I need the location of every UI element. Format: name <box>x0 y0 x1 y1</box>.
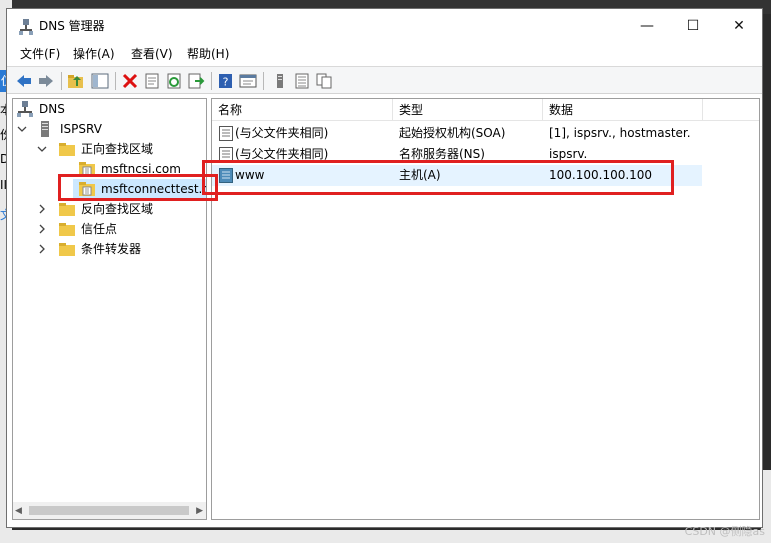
watermark: CSDN @侧隐as <box>684 525 765 538</box>
show-tree-icon[interactable] <box>91 73 109 89</box>
tree-label: 条件转发器 <box>81 242 142 256</box>
record-name: (与父文件夹相同) <box>235 126 329 140</box>
window-title: DNS 管理器 <box>39 19 105 33</box>
chevron-right-icon[interactable] <box>37 244 47 254</box>
chevron-right-icon[interactable] <box>37 204 47 214</box>
column-header-name[interactable]: 名称 <box>212 99 393 121</box>
folder-icon <box>59 143 75 156</box>
svg-text:?: ? <box>223 76 229 89</box>
minimize-button[interactable]: — <box>624 9 670 43</box>
background-window-bottom <box>0 530 771 543</box>
refresh-icon[interactable] <box>165 73 183 89</box>
properties-icon[interactable] <box>143 73 161 89</box>
tree-pane[interactable]: DNS ISPSRV 正向查找区域 msftncsi.com msftconne… <box>12 98 207 520</box>
export-icon[interactable] <box>187 73 205 89</box>
record-icon <box>219 126 233 141</box>
menu-view[interactable]: 查看(V) <box>131 47 173 61</box>
dns-app-icon <box>19 19 33 35</box>
toolbar-separator <box>115 72 116 90</box>
tree-label: DNS <box>39 102 65 116</box>
tree-label: 反向查找区域 <box>81 202 154 216</box>
column-header-type[interactable]: 类型 <box>393 99 543 121</box>
toolbar-separator <box>61 72 62 90</box>
tree-label: 信任点 <box>81 222 118 236</box>
delete-icon[interactable] <box>121 73 139 89</box>
record-data: [1], ispsrv., hostmaster. <box>549 126 691 140</box>
dns-manager-window: DNS 管理器 — ☐ ✕ 文件(F) 操作(A) 查看(V) 帮助(H) ? … <box>6 8 763 528</box>
scroll-right-icon[interactable]: ▶ <box>196 506 203 516</box>
menu-bar: 文件(F) 操作(A) 查看(V) 帮助(H) <box>7 43 762 65</box>
dns-root-icon <box>17 101 33 117</box>
menu-help[interactable]: 帮助(H) <box>187 47 229 61</box>
toolbar: ? <box>7 66 762 94</box>
console-icon[interactable] <box>239 73 257 89</box>
record-type: 起始授权机构(SOA) <box>399 126 506 140</box>
server-icon <box>41 121 49 137</box>
list-row-soa[interactable]: (与父文件夹相同) 起始授权机构(SOA) [1], ispsrv., host… <box>212 123 759 144</box>
folder-icon <box>59 203 75 216</box>
list-icon[interactable] <box>293 73 311 89</box>
chevron-right-icon[interactable] <box>37 224 47 234</box>
tree-item-server[interactable]: ISPSRV <box>17 119 206 139</box>
chevron-down-icon[interactable] <box>37 144 47 154</box>
list-header: 名称 类型 数据 <box>212 99 759 121</box>
menu-file[interactable]: 文件(F) <box>20 47 60 61</box>
folder-icon <box>59 243 75 256</box>
menu-action[interactable]: 操作(A) <box>73 47 115 61</box>
toolbar-separator <box>263 72 264 90</box>
toolbar-separator <box>211 72 212 90</box>
tree-horizontal-scrollbar[interactable]: ◀ ▶ <box>13 502 206 519</box>
tree-label: 正向查找区域 <box>81 142 154 156</box>
highlight-box-zone <box>58 174 218 201</box>
help-icon[interactable]: ? <box>217 73 235 89</box>
scroll-left-icon[interactable]: ◀ <box>15 506 22 516</box>
close-button[interactable]: ✕ <box>716 9 762 43</box>
server-icon[interactable] <box>271 73 289 89</box>
highlight-box-record <box>202 160 674 195</box>
forward-icon[interactable] <box>37 73 55 89</box>
maximize-button[interactable]: ☐ <box>670 9 716 43</box>
up-folder-icon[interactable] <box>67 73 85 89</box>
tree-item-dns-root[interactable]: DNS <box>17 99 206 119</box>
folder-icon <box>59 223 75 236</box>
copy-icon[interactable] <box>315 73 333 89</box>
back-icon[interactable] <box>15 73 33 89</box>
column-header-data[interactable]: 数据 <box>543 99 703 121</box>
tree-label: ISPSRV <box>60 122 102 136</box>
title-bar[interactable]: DNS 管理器 — ☐ ✕ <box>7 9 762 43</box>
chevron-down-icon[interactable] <box>17 124 27 134</box>
tree-item-trust-points[interactable]: 信任点 <box>17 219 206 239</box>
tree-item-conditional-forwarders[interactable]: 条件转发器 <box>17 239 206 259</box>
tree-item-reverse-zones[interactable]: 反向查找区域 <box>17 199 206 219</box>
scrollbar-thumb[interactable] <box>29 506 189 515</box>
tree-item-forward-zones[interactable]: 正向查找区域 <box>17 139 206 159</box>
